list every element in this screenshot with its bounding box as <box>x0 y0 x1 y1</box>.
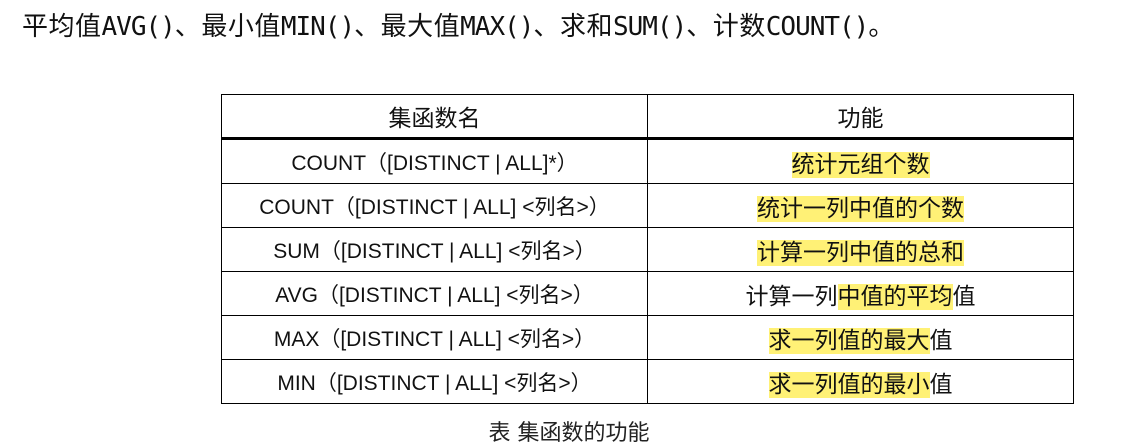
min-label: 最小值 <box>201 12 281 42</box>
description-highlight: 求一列值的最大 <box>768 327 930 354</box>
aggregate-function-table: 集函数名 功能 COUNT（[DISTINCT | ALL]*） 统计元组个数 … <box>221 94 1074 404</box>
description-highlight: 统计元组个数 <box>791 151 930 178</box>
table-row: MAX（[DISTINCT | ALL] <列名>） 求一列值的最大值 <box>221 315 1074 360</box>
description-cell: 求一列值的最大值 <box>647 315 1074 360</box>
description-highlight: 计算一列中值的总和 <box>757 239 964 266</box>
function-cell: SUM（[DISTINCT | ALL] <列名>） <box>221 227 648 272</box>
description-cell: 求一列值的最小值 <box>647 359 1074 404</box>
description-highlight: 统计一列中值的个数 <box>757 195 964 222</box>
description-cell: 统计元组个数 <box>647 138 1074 184</box>
description-plain: 计算一列 <box>745 283 838 310</box>
max-function: MAX() <box>460 12 534 42</box>
separator: 、 <box>533 12 560 42</box>
description-cell: 计算一列中值的总和 <box>647 227 1074 272</box>
max-label: 最大值 <box>380 12 461 42</box>
table-row: AVG（[DISTINCT | ALL] <列名>） 计算一列中值的平均值 <box>221 271 1074 316</box>
min-function: MIN() <box>280 12 355 42</box>
table-caption: 表 集函数的功能 <box>488 421 650 446</box>
avg-label: 平均值 <box>22 12 102 42</box>
description-plain: 值 <box>952 283 976 310</box>
sum-label: 求和 <box>559 12 613 42</box>
description-highlight: 中值的平均 <box>837 283 953 310</box>
count-function: COUNT() <box>765 12 870 42</box>
function-cell: COUNT（[DISTINCT | ALL]*） <box>221 138 648 184</box>
function-cell: MIN（[DISTINCT | ALL] <列名>） <box>221 359 648 404</box>
description-highlight: 求一列值的最小 <box>768 371 930 398</box>
table-row: MIN（[DISTINCT | ALL] <列名>） 求一列值的最小值 <box>221 359 1074 404</box>
table-header-row: 集函数名 功能 <box>221 94 1074 140</box>
description-cell: 统计一列中值的个数 <box>647 183 1074 228</box>
description-plain: 值 <box>929 371 953 398</box>
function-cell: AVG（[DISTINCT | ALL] <列名>） <box>221 271 648 316</box>
table-row: COUNT（[DISTINCT | ALL]*） 统计元组个数 <box>221 138 1074 184</box>
function-cell: MAX（[DISTINCT | ALL] <列名>） <box>221 315 648 360</box>
header-function-purpose: 功能 <box>647 94 1074 140</box>
function-cell: COUNT（[DISTINCT | ALL] <列名>） <box>221 183 648 228</box>
intro-line: 平均值AVG()、最小值MIN()、最大值MAX()、求和SUM()、计数COU… <box>22 8 895 46</box>
avg-function: AVG() <box>101 12 176 42</box>
table-row: COUNT（[DISTINCT | ALL] <列名>） 统计一列中值的个数 <box>221 183 1074 228</box>
header-function-name: 集函数名 <box>221 94 648 140</box>
description-plain: 值 <box>929 327 953 354</box>
separator: 、 <box>686 12 713 42</box>
separator: 、 <box>174 12 202 42</box>
description-cell: 计算一列中值的平均值 <box>647 271 1074 316</box>
period: 。 <box>868 12 895 42</box>
sum-function: SUM() <box>612 12 687 42</box>
separator: 、 <box>354 12 381 42</box>
count-label: 计数 <box>712 12 766 42</box>
table-row: SUM（[DISTINCT | ALL] <列名>） 计算一列中值的总和 <box>221 227 1074 272</box>
